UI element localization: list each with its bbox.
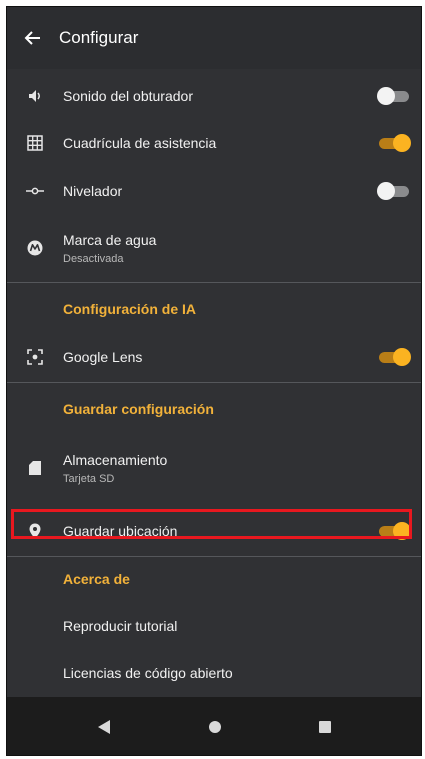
storage-label: Almacenamiento — [63, 451, 168, 468]
licenses-text: Licencias de código abierto — [63, 665, 233, 681]
save-section-header: Guardar configuración — [63, 401, 214, 417]
google-lens-row[interactable]: Google Lens — [7, 333, 421, 381]
nav-back-icon[interactable] — [92, 715, 116, 739]
watermark-row[interactable]: Marca de agua Desactivada — [7, 215, 421, 281]
ai-section-header: Configuración de IA — [63, 301, 196, 317]
google-lens-text: Google Lens — [63, 349, 142, 365]
save-location-row[interactable]: Guardar ubicación — [7, 507, 421, 555]
sd-card-icon — [25, 458, 45, 478]
storage-value: Tarjeta SD — [63, 472, 115, 485]
level-icon — [25, 181, 45, 201]
leveler-row[interactable]: Nivelador — [7, 167, 421, 215]
licenses-label: Licencias de código abierto — [63, 665, 233, 681]
save-location-toggle[interactable] — [379, 521, 413, 541]
shutter-sound-text: Sonido del obturador — [63, 88, 193, 104]
storage-row[interactable]: Almacenamiento Tarjeta SD — [7, 435, 421, 501]
save-location-label: Guardar ubicación — [63, 523, 178, 539]
page-title: Configurar — [59, 28, 139, 47]
nav-recents-icon[interactable] — [313, 715, 337, 739]
motorola-logo-icon — [25, 238, 45, 258]
leveler-text: Nivelador — [63, 183, 122, 199]
leveler-label: Nivelador — [63, 183, 123, 199]
toggle-thumb — [377, 87, 395, 105]
location-pin-icon — [25, 521, 45, 541]
grid-label: Cuadrícula de asistencia — [63, 135, 217, 151]
shutter-sound-row[interactable]: Sonido del obturador — [7, 71, 421, 121]
lens-icon — [25, 347, 45, 367]
system-nav-bar — [7, 697, 421, 755]
back-button[interactable] — [7, 7, 59, 69]
arrow-left-icon — [24, 31, 40, 45]
grid-icon — [25, 133, 45, 153]
speaker-icon — [25, 86, 45, 106]
leveler-toggle[interactable] — [377, 181, 413, 201]
google-lens-label: Google Lens — [63, 349, 143, 365]
toggle-thumb — [393, 522, 411, 540]
settings-screen: Configurar Sonido del obturador Cuadrícu… — [6, 6, 422, 756]
tutorial-row[interactable]: Reproducir tutorial — [7, 603, 421, 649]
toggle-thumb — [377, 182, 395, 200]
toggle-thumb — [393, 134, 411, 152]
section-divider — [7, 282, 421, 283]
watermark-label: Marca de agua — [63, 231, 157, 248]
grid-row[interactable]: Cuadrícula de asistencia — [7, 119, 421, 167]
shutter-sound-toggle[interactable] — [377, 86, 413, 106]
toggle-thumb — [393, 348, 411, 366]
tutorial-label: Reproducir tutorial — [63, 618, 178, 634]
storage-text: Almacenamiento Tarjeta SD — [63, 452, 167, 485]
nav-home-icon[interactable] — [203, 715, 227, 739]
licenses-row[interactable]: Licencias de código abierto — [7, 650, 421, 696]
tutorial-text: Reproducir tutorial — [63, 618, 177, 634]
grid-toggle[interactable] — [379, 133, 413, 153]
save-location-text: Guardar ubicación — [63, 523, 177, 539]
app-bar: Configurar — [7, 7, 421, 69]
section-divider — [7, 382, 421, 383]
section-divider — [7, 556, 421, 557]
grid-text: Cuadrícula de asistencia — [63, 135, 216, 151]
shutter-sound-label: Sonido del obturador — [63, 88, 193, 104]
google-lens-toggle[interactable] — [379, 347, 413, 367]
watermark-text: Marca de agua Desactivada — [63, 232, 156, 265]
watermark-value: Desactivada — [63, 252, 124, 265]
about-section-header: Acerca de — [63, 571, 130, 587]
